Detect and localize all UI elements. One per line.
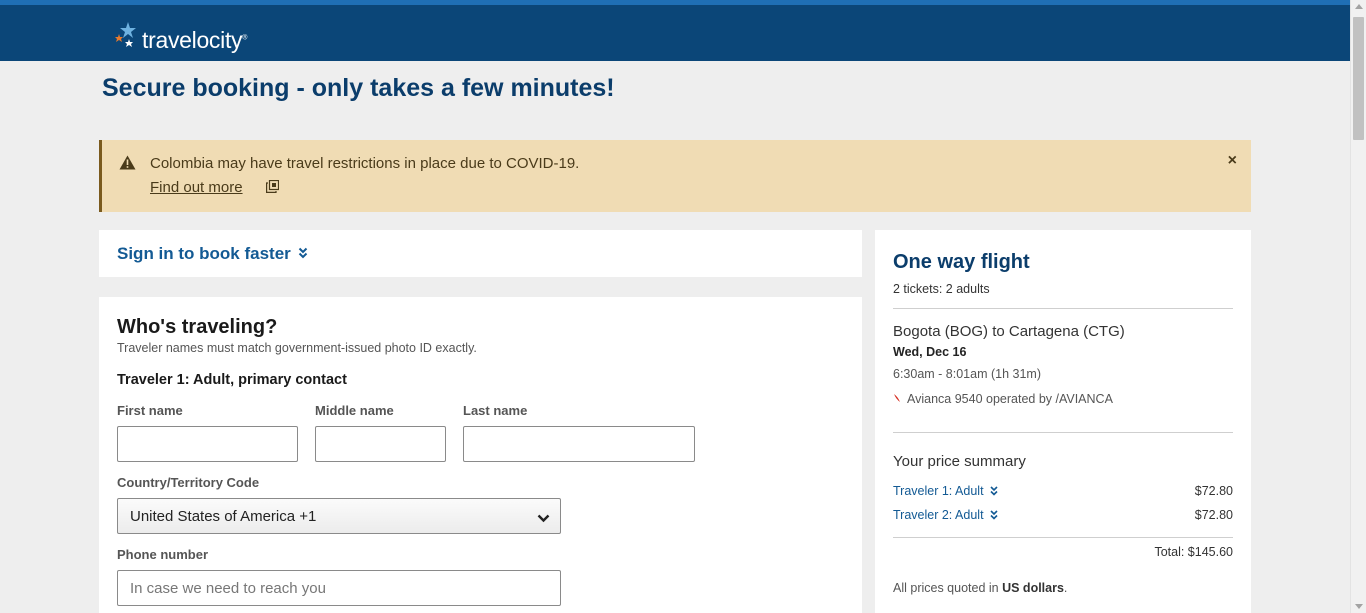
- flight-times: 6:30am - 8:01am (1h 31m): [893, 367, 1041, 381]
- traveler-2-price: $72.80: [1194, 508, 1233, 522]
- flight-date: Wed, Dec 16: [893, 345, 967, 359]
- chevron-double-down-icon: [989, 510, 998, 520]
- traveler-1-price-toggle[interactable]: Traveler 1: Adult: [893, 484, 998, 498]
- external-link-icon[interactable]: [266, 179, 280, 198]
- traveler-2-price-toggle[interactable]: Traveler 2: Adult: [893, 508, 998, 522]
- traveler-heading: Traveler 1: Adult, primary contact: [117, 372, 347, 388]
- summary-title: One way flight: [893, 251, 1030, 273]
- country-code-value: United States of America +1: [130, 508, 317, 525]
- sign-in-link[interactable]: Sign in to book faster: [117, 244, 291, 264]
- close-icon[interactable]: ×: [1228, 152, 1237, 170]
- signin-card: Sign in to book faster: [99, 230, 862, 277]
- header-bar: travelocity®: [0, 0, 1350, 61]
- trip-summary-card: One way flight 2 tickets: 2 adults Bogot…: [875, 230, 1251, 613]
- price-summary-title: Your price summary: [893, 453, 1026, 470]
- logo-text: travelocity®: [142, 26, 248, 53]
- find-out-more-link[interactable]: Find out more: [150, 179, 243, 196]
- scroll-down-arrow-icon[interactable]: [1355, 604, 1363, 609]
- flight-route: Bogota (BOG) to Cartagena (CTG): [893, 323, 1125, 340]
- chevron-double-down-icon[interactable]: [298, 246, 308, 264]
- divider: [893, 308, 1233, 309]
- country-code-label: Country/Territory Code: [117, 475, 260, 490]
- last-name-input[interactable]: [463, 426, 695, 462]
- divider: [893, 537, 1233, 538]
- middle-name-label: Middle name: [315, 403, 394, 418]
- chevron-double-down-icon: [989, 486, 998, 496]
- price-row: Traveler 2: Adult $72.80: [893, 508, 1233, 522]
- section-subtitle: Traveler names must match government-iss…: [117, 341, 477, 355]
- scroll-thumb[interactable]: [1353, 17, 1364, 140]
- airline-label: Avianca 9540 operated by /AVIANCA: [907, 392, 1113, 406]
- chevron-down-icon: [537, 510, 550, 528]
- page-title: Secure booking - only takes a few minute…: [102, 74, 615, 102]
- travelers-form-card: Who's traveling? Traveler names must mat…: [99, 297, 862, 613]
- currency-note: All prices quoted in US dollars.: [893, 581, 1068, 595]
- phone-label: Phone number: [117, 547, 209, 562]
- first-name-input[interactable]: [117, 426, 298, 462]
- section-title: Who's traveling?: [117, 316, 278, 338]
- traveler-1-price: $72.80: [1194, 484, 1233, 498]
- total-price: Total: $145.60: [1154, 545, 1233, 559]
- divider: [893, 432, 1233, 433]
- alert-message: Colombia may have travel restrictions in…: [150, 155, 580, 172]
- ticket-count: 2 tickets: 2 adults: [893, 282, 990, 296]
- page-scrollbar[interactable]: [1350, 0, 1366, 613]
- price-row: Traveler 1: Adult $72.80: [893, 484, 1233, 498]
- last-name-label: Last name: [463, 403, 528, 418]
- logo-star-icon: [110, 20, 140, 54]
- phone-input[interactable]: [117, 570, 561, 606]
- travelocity-logo[interactable]: travelocity®: [110, 19, 247, 55]
- covid-alert: Colombia may have travel restrictions in…: [99, 140, 1251, 212]
- airline-info: Avianca 9540 operated by /AVIANCA: [893, 392, 1113, 406]
- country-code-select[interactable]: United States of America +1: [117, 498, 561, 534]
- first-name-label: First name: [117, 403, 183, 418]
- warning-icon: [119, 155, 136, 175]
- airline-logo-icon: [893, 392, 901, 406]
- middle-name-input[interactable]: [315, 426, 446, 462]
- scroll-up-arrow-icon[interactable]: [1355, 4, 1363, 9]
